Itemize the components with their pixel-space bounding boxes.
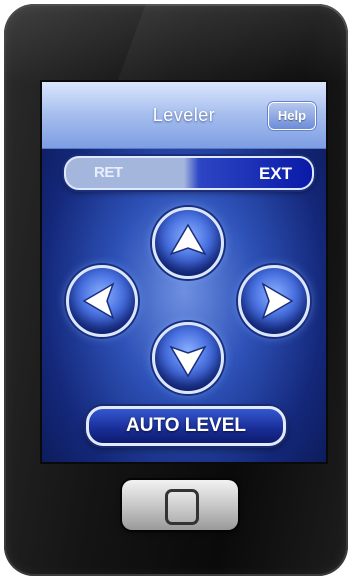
auto-level-button[interactable]: AUTO LEVEL xyxy=(86,406,286,446)
screen: Leveler Help RET EXT AUTO LEVEL xyxy=(40,80,328,464)
title-bar: Leveler Help xyxy=(42,82,326,149)
arrow-left-icon xyxy=(82,282,115,320)
right-button[interactable] xyxy=(238,265,310,337)
device-frame: Leveler Help RET EXT AUTO LEVEL xyxy=(4,4,348,576)
down-button[interactable] xyxy=(152,322,224,394)
home-button[interactable] xyxy=(122,480,238,530)
left-button[interactable] xyxy=(66,265,138,337)
toggle-ext-label[interactable]: EXT xyxy=(259,164,292,184)
home-button-icon xyxy=(165,489,199,525)
toggle-ret-label[interactable]: RET xyxy=(94,164,123,181)
arrow-up-icon xyxy=(169,223,207,256)
ret-ext-toggle[interactable]: RET EXT xyxy=(64,156,314,190)
arrow-right-icon xyxy=(261,282,294,320)
up-button[interactable] xyxy=(152,207,224,279)
help-button[interactable]: Help xyxy=(268,102,316,130)
arrow-down-icon xyxy=(169,345,207,378)
